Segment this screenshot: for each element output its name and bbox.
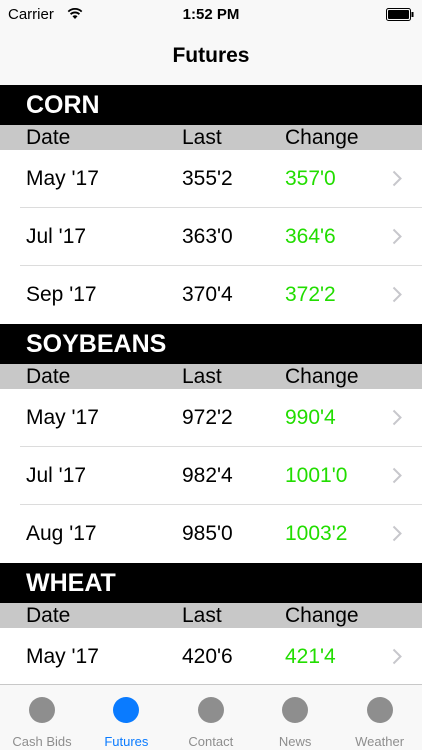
row-last: 363'0 (182, 225, 233, 248)
circle-icon (282, 697, 309, 723)
chevron-right-icon (392, 409, 402, 426)
row-date: Sep '17 (26, 283, 97, 306)
chevron-right-icon (392, 525, 402, 542)
tab-weather[interactable]: Weather (338, 685, 422, 751)
row-last: 420'6 (182, 645, 233, 668)
section-title: SOYBEANS (0, 324, 422, 364)
row-change: 372'2 (285, 283, 336, 306)
row-last: 985'0 (182, 522, 233, 545)
section-title: CORN (0, 85, 422, 125)
column-header-change: Change (285, 365, 359, 388)
status-bar: Carrier 1:52 PM (0, 0, 422, 30)
navigation-bar: Futures (0, 30, 422, 85)
column-header-date: Date (26, 604, 71, 627)
column-header-last: Last (182, 126, 222, 149)
row-date: May '17 (26, 406, 99, 429)
row-change: 990'4 (285, 406, 336, 429)
chevron-right-icon (392, 648, 402, 665)
table-row[interactable]: Jul '17 363'0 364'6 (0, 208, 422, 266)
column-header: Date Last Change (0, 364, 422, 389)
column-header: Date Last Change (0, 125, 422, 150)
row-last: 355'2 (182, 167, 233, 190)
row-date: May '17 (26, 167, 99, 190)
section-wheat: WHEAT Date Last Change May '17 420'6 421'4 (0, 563, 422, 684)
row-last: 982'4 (182, 464, 233, 487)
column-header-change: Change (285, 126, 359, 149)
row-change: 421'4 (285, 645, 336, 668)
table-row[interactable]: May '17 420'6 421'4 (0, 628, 422, 684)
tab-news[interactable]: News (253, 685, 337, 751)
tab-futures[interactable]: Futures (84, 685, 168, 751)
row-change: 364'6 (285, 225, 336, 248)
tab-label: Weather (355, 734, 405, 749)
tab-label: News (278, 734, 312, 749)
tab-label: Cash Bids (12, 734, 72, 749)
tab-contact[interactable]: Contact (169, 685, 253, 751)
table-row[interactable]: May '17 972'2 990'4 (0, 389, 422, 447)
column-header: Date Last Change (0, 603, 422, 628)
circle-icon (197, 697, 224, 723)
circle-icon (366, 697, 393, 723)
column-header-change: Change (285, 604, 359, 627)
row-date: Jul '17 (26, 225, 87, 248)
section-corn: CORN Date Last Change May '17 355'2 357'0 Jul '… (0, 85, 422, 324)
section-title: WHEAT (0, 563, 422, 603)
row-change: 1003'2 (285, 522, 348, 545)
column-header-date: Date (26, 365, 71, 388)
section-soybeans: SOYBEANS Date Last Change May '17 972'2 990'4 J… (0, 324, 422, 563)
page-title: Futures (172, 44, 250, 67)
circle-icon (29, 697, 55, 723)
chevron-right-icon (392, 286, 402, 303)
battery-icon (386, 8, 414, 21)
row-last: 370'4 (182, 283, 233, 306)
chevron-right-icon (392, 467, 402, 484)
clock: 1:52 PM (182, 6, 240, 23)
row-change: 357'0 (285, 167, 336, 190)
tab-label: Contact (188, 734, 234, 749)
table-row[interactable]: Jul '17 982'4 1001'0 (0, 447, 422, 505)
tab-bar: Cash Bids Futures Contact News Weather (0, 684, 422, 750)
row-last: 972'2 (182, 406, 233, 429)
row-change: 1001'0 (285, 464, 348, 487)
tab-label: Futures (104, 734, 149, 749)
tab-cash-bids[interactable]: Cash Bids (0, 685, 84, 751)
column-header-last: Last (182, 365, 222, 388)
row-date: Jul '17 (26, 464, 87, 487)
table-row[interactable]: Aug '17 985'0 1003'2 (0, 505, 422, 563)
futures-list[interactable]: CORN Date Last Change May '17 355'2 357'0 Jul '… (0, 85, 422, 684)
circle-icon (113, 697, 140, 723)
row-date: Aug '17 (26, 522, 97, 545)
table-row[interactable]: May '17 355'2 357'0 (0, 150, 422, 208)
chevron-right-icon (392, 170, 402, 187)
row-date: May '17 (26, 645, 99, 668)
chevron-right-icon (392, 228, 402, 245)
column-header-last: Last (182, 604, 222, 627)
table-row[interactable]: Sep '17 370'4 372'2 (0, 266, 422, 324)
column-header-date: Date (26, 126, 71, 149)
